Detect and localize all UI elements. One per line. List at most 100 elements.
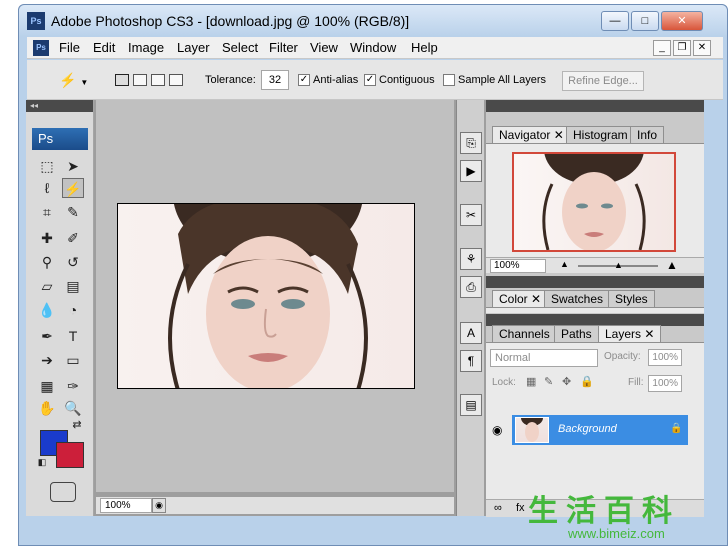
opacity-field[interactable]: 100% bbox=[648, 349, 682, 366]
tolerance-input[interactable]: 32 bbox=[261, 70, 289, 90]
swap-colors-icon[interactable]: ⇄ bbox=[70, 418, 84, 432]
tab-swatches[interactable]: Swatches bbox=[544, 290, 611, 307]
close-button[interactable]: ✕ bbox=[661, 11, 703, 31]
menu-edit[interactable]: Edit bbox=[93, 40, 115, 55]
doc-restore-button[interactable]: ❐ bbox=[673, 40, 691, 56]
link-layers-icon[interactable]: ∞ bbox=[494, 502, 502, 514]
document-image[interactable] bbox=[117, 203, 415, 389]
navigator-preview[interactable] bbox=[512, 152, 676, 252]
toolbox-header[interactable]: ◂◂ bbox=[26, 100, 93, 112]
menu-image[interactable]: Image bbox=[128, 40, 164, 55]
tab-color[interactable]: Color ✕ bbox=[492, 290, 549, 307]
tool-presets-icon[interactable]: ✂ bbox=[460, 204, 482, 226]
tool-preset-picker[interactable]: ⚡ ▼ bbox=[59, 68, 95, 92]
title-bar[interactable]: Ps Adobe Photoshop CS3 - [download.jpg @… bbox=[19, 5, 727, 37]
sample-all-layers-label: Sample All Layers bbox=[458, 74, 547, 86]
clone-source-icon[interactable]: ⎙ bbox=[460, 276, 482, 298]
path-selection-tool-icon[interactable]: ➔ bbox=[36, 350, 58, 370]
eyedropper-tool-icon[interactable]: ✑ bbox=[62, 376, 84, 396]
menu-filter[interactable]: Filter bbox=[269, 40, 298, 55]
crop-tool-icon[interactable]: ⌗ bbox=[36, 202, 58, 222]
toolbox-ps-logo[interactable]: Ps bbox=[32, 128, 88, 150]
pen-tool-icon[interactable]: ✒ bbox=[36, 326, 58, 346]
menu-view[interactable]: View bbox=[310, 40, 338, 55]
subtract-from-selection-button[interactable] bbox=[151, 74, 165, 86]
actions-panel-icon[interactable]: ▶ bbox=[460, 160, 482, 182]
shape-tool-icon[interactable]: ▭ bbox=[62, 350, 84, 370]
notes-tool-icon[interactable]: ▦ bbox=[36, 376, 58, 396]
fill-field[interactable]: 100% bbox=[648, 375, 682, 392]
color-panel-header[interactable] bbox=[486, 276, 704, 288]
type-tool-icon[interactable]: T bbox=[62, 326, 84, 346]
history-brush-tool-icon[interactable]: ↺ bbox=[62, 252, 84, 272]
move-tool-icon[interactable]: ➤ bbox=[62, 156, 84, 176]
zoom-out-icon[interactable]: ▲ bbox=[560, 259, 569, 269]
layer-comps-icon[interactable]: ▤ bbox=[460, 394, 482, 416]
lock-position-icon[interactable]: ✥ bbox=[562, 375, 571, 388]
tab-styles[interactable]: Styles bbox=[608, 290, 655, 307]
menu-select[interactable]: Select bbox=[222, 40, 258, 55]
lock-pixels-icon[interactable]: ✎ bbox=[544, 375, 553, 388]
tab-navigator[interactable]: Navigator ✕ bbox=[492, 126, 571, 143]
layer-style-icon[interactable]: fx bbox=[516, 502, 525, 514]
menu-layer[interactable]: Layer bbox=[177, 40, 210, 55]
intersect-selection-button[interactable] bbox=[169, 74, 183, 86]
document-zoom-field[interactable]: 100% bbox=[100, 498, 152, 513]
lock-label: Lock: bbox=[492, 377, 516, 388]
doc-close-button[interactable]: ✕ bbox=[693, 40, 711, 56]
zoom-tool-icon[interactable]: 🔍 bbox=[62, 398, 84, 418]
healing-brush-tool-icon[interactable]: ✚ bbox=[36, 228, 58, 248]
color-panel bbox=[486, 307, 704, 313]
hand-tool-icon[interactable]: ✋ bbox=[36, 398, 58, 418]
opacity-label: Opacity: bbox=[604, 351, 641, 362]
dodge-tool-icon[interactable]: ◔ bbox=[62, 300, 84, 320]
background-color-swatch[interactable] bbox=[56, 442, 84, 468]
layer-row-background[interactable]: Background 🔒 bbox=[512, 415, 688, 445]
history-panel-icon[interactable]: ⎘ bbox=[460, 132, 482, 154]
refine-edge-button[interactable]: Refine Edge... bbox=[562, 71, 644, 91]
menu-file[interactable]: File bbox=[59, 40, 80, 55]
zoom-in-icon[interactable]: ▲ bbox=[666, 258, 678, 272]
menu-window[interactable]: Window bbox=[350, 40, 396, 55]
panel-icon-dock: ⎘ ▶ ✂ ⚘ ⎙ A ¶ ▤ bbox=[456, 100, 484, 516]
navigator-panel bbox=[486, 143, 704, 257]
paragraph-panel-icon[interactable]: ¶ bbox=[460, 350, 482, 372]
zoom-slider-thumb[interactable]: ▲ bbox=[614, 260, 623, 270]
marquee-tool-icon[interactable]: ⬚ bbox=[36, 156, 58, 176]
menu-help[interactable]: Help bbox=[411, 40, 438, 55]
add-to-selection-button[interactable] bbox=[133, 74, 147, 86]
tab-channels[interactable]: Channels bbox=[492, 325, 557, 342]
tab-paths[interactable]: Paths bbox=[554, 325, 599, 342]
magic-wand-tool-icon[interactable]: ⚡ bbox=[62, 178, 84, 198]
anti-alias-checkbox[interactable]: ✓ bbox=[298, 74, 310, 86]
lock-all-icon[interactable]: 🔒 bbox=[580, 375, 594, 388]
sample-all-layers-checkbox[interactable] bbox=[443, 74, 455, 86]
lasso-tool-icon[interactable]: ℓ bbox=[36, 178, 58, 198]
eraser-tool-icon[interactable]: ▱ bbox=[36, 276, 58, 296]
blur-tool-icon[interactable]: 💧 bbox=[36, 300, 58, 320]
tab-histogram[interactable]: Histogram bbox=[566, 126, 635, 143]
gradient-tool-icon[interactable]: ▤ bbox=[62, 276, 84, 296]
layer-name: Background bbox=[558, 423, 617, 435]
lock-transparency-icon[interactable]: ▦ bbox=[526, 375, 536, 388]
document-ps-icon[interactable]: Ps bbox=[33, 40, 49, 56]
status-menu-icon[interactable]: ◉ bbox=[152, 498, 166, 513]
tab-layers[interactable]: Layers ✕ bbox=[598, 325, 662, 342]
character-panel-icon[interactable]: A bbox=[460, 322, 482, 344]
new-selection-button[interactable] bbox=[115, 74, 129, 86]
contiguous-checkbox[interactable]: ✓ bbox=[364, 74, 376, 86]
navigator-zoom-field[interactable]: 100% bbox=[490, 259, 546, 273]
default-colors-icon[interactable]: ◧ bbox=[36, 456, 48, 468]
quick-mask-button[interactable] bbox=[50, 482, 76, 502]
brushes-panel-icon[interactable]: ⚘ bbox=[460, 248, 482, 270]
clone-stamp-tool-icon[interactable]: ⚲ bbox=[36, 252, 58, 272]
slice-tool-icon[interactable]: ✎ bbox=[62, 202, 84, 222]
minimize-button[interactable]: — bbox=[601, 11, 629, 31]
tab-info[interactable]: Info bbox=[630, 126, 665, 143]
panels-header[interactable] bbox=[486, 100, 704, 112]
brush-tool-icon[interactable]: ✐ bbox=[62, 228, 84, 248]
blend-mode-select[interactable]: Normal bbox=[490, 349, 598, 367]
maximize-button[interactable]: □ bbox=[631, 11, 659, 31]
eye-visibility-icon[interactable]: ◉ bbox=[492, 423, 502, 437]
doc-minimize-button[interactable]: _ bbox=[653, 40, 671, 56]
